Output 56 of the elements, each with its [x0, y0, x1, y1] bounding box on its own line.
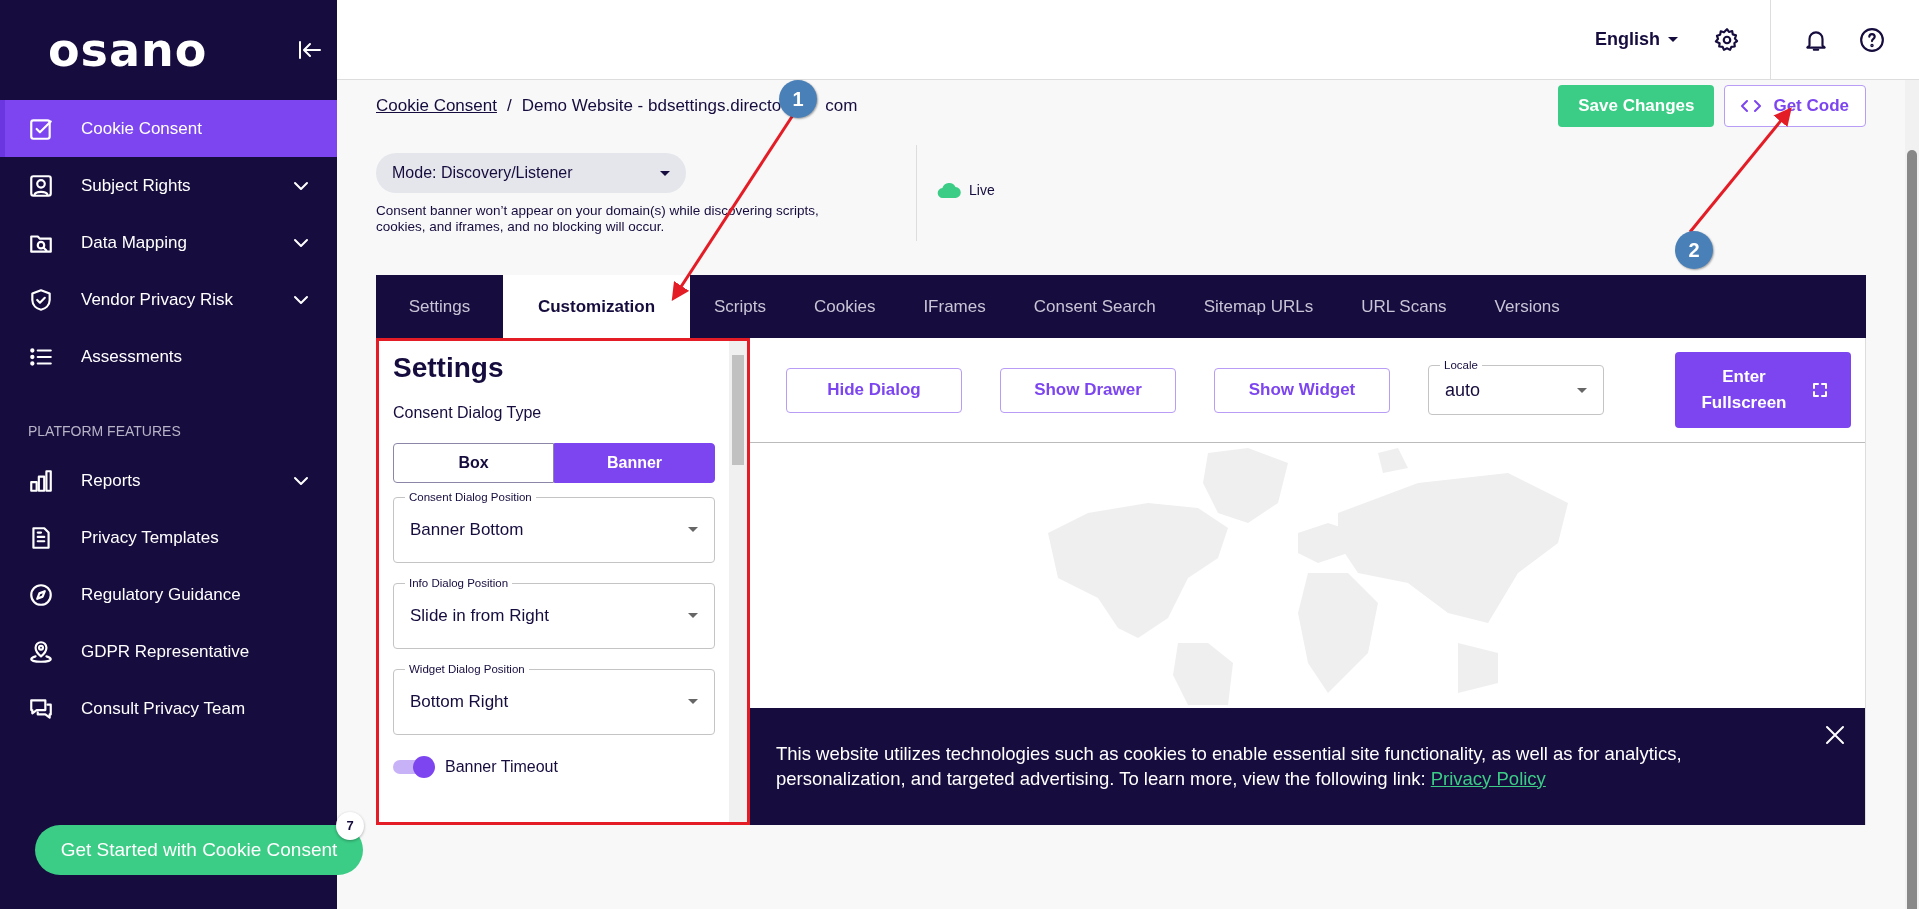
get-code-button[interactable]: Get Code: [1724, 85, 1866, 127]
logo: osano: [48, 27, 208, 73]
user-card-icon: [28, 172, 54, 199]
breadcrumb-link[interactable]: Cookie Consent: [376, 93, 497, 119]
segment-button[interactable]: Banner: [554, 442, 715, 483]
panel-title: Settings: [393, 351, 505, 385]
sidebar-item[interactable]: GDPR Representative: [0, 623, 337, 680]
sidebar-item[interactable]: Privacy Templates: [0, 509, 337, 566]
sidebar-item[interactable]: Subject Rights: [0, 157, 337, 214]
sidebar-item[interactable]: Regulatory Guidance: [0, 566, 337, 623]
language-dropdown[interactable]: English: [1589, 25, 1684, 54]
scrollbar[interactable]: [1905, 80, 1919, 909]
segment-button[interactable]: Box: [393, 442, 554, 483]
tab[interactable]: Consent Search: [1009, 275, 1180, 338]
count-badge: 7: [336, 812, 364, 840]
tab[interactable]: URL Scans: [1337, 275, 1471, 338]
preview-button[interactable]: Show Widget: [1214, 367, 1390, 413]
sidebar-item[interactable]: Data Mapping: [0, 214, 337, 271]
preview-button[interactable]: Show Drawer: [1000, 367, 1176, 413]
tab[interactable]: Sitemap URLs: [1179, 275, 1338, 338]
close-icon: [1825, 724, 1845, 745]
bar-chart-icon: [28, 467, 54, 494]
expand-icon: [1813, 383, 1827, 397]
tab[interactable]: Scripts: [690, 275, 790, 338]
fullscreen-button[interactable]: Enter Fullscreen: [1675, 352, 1851, 428]
help-icon[interactable]: [1859, 26, 1885, 53]
banner-text: This website utilizes technologies such as cookies to enable essential site functionality, as well as for analytics, personalization, and targeted advertising. To learn more, view the following link: Privacy Policy: [776, 741, 1683, 791]
breadcrumb-current: com: [825, 95, 858, 117]
sidebar-item[interactable]: Consult Privacy Team: [0, 680, 337, 737]
section-label: PLATFORM FEATURES: [27, 422, 182, 441]
sidebar-item[interactable]: Assessments: [0, 328, 337, 385]
breadcrumb-current: Demo Website - bdsettings.directo: [521, 95, 782, 117]
step-badge: 2: [1675, 231, 1713, 269]
sidebar-item[interactable]: Vendor Privacy Risk: [0, 271, 337, 328]
sidebar-item[interactable]: Cookie Consent: [0, 100, 337, 157]
tab[interactable]: Versions: [1470, 275, 1584, 338]
map-pin-icon: [28, 638, 54, 665]
tab[interactable]: IFrames: [899, 275, 1010, 338]
field-label: Consent Dialog Type: [393, 402, 543, 423]
sidebar-item[interactable]: Reports: [0, 452, 337, 509]
code-icon: [1741, 99, 1762, 113]
collapse-icon[interactable]: [297, 39, 323, 61]
cloud-icon: [937, 182, 961, 198]
shield-check-icon: [28, 286, 54, 313]
breadcrumb-separator: /: [506, 95, 512, 117]
tab[interactable]: Customization: [503, 275, 690, 338]
status-label: Live: [969, 180, 995, 200]
mode-dropdown[interactable]: Mode: Discovery/Listener: [376, 153, 686, 193]
tab[interactable]: Cookies: [789, 275, 900, 338]
tab[interactable]: Settings: [376, 275, 503, 338]
settings-icon[interactable]: [1714, 26, 1740, 53]
scrollbar[interactable]: [729, 341, 747, 822]
toggle-label: Banner Timeout: [445, 756, 558, 777]
privacy-policy-link[interactable]: Privacy Policy: [1430, 767, 1546, 789]
compass-icon: [28, 581, 54, 608]
preview-button[interactable]: Hide Dialog: [786, 367, 962, 413]
